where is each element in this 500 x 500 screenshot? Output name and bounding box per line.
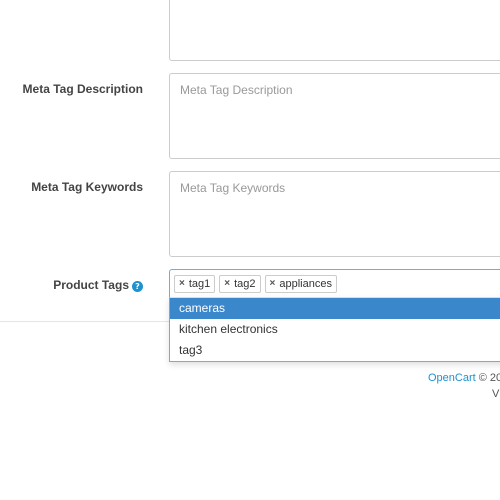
tag-chip-label: tag2 bbox=[234, 277, 256, 290]
meta-description-label: Meta Tag Description bbox=[22, 82, 143, 96]
copyright-text: © 20 bbox=[475, 372, 500, 384]
suggestion-item[interactable]: kitchen electronics bbox=[170, 319, 500, 340]
remove-tag-icon[interactable]: × bbox=[224, 278, 230, 289]
tag-chip: × tag1 bbox=[174, 274, 216, 293]
suggestion-item[interactable]: tag3 bbox=[170, 340, 500, 361]
footer-copyright: OpenCart © 20 bbox=[428, 372, 500, 384]
tag-chip-label: appliances bbox=[279, 277, 332, 290]
meta-keywords-textarea[interactable] bbox=[169, 171, 500, 257]
product-tags-input[interactable]: × tag1 × tag2 × appliances bbox=[169, 269, 500, 297]
question-circle-icon[interactable]: ? bbox=[132, 281, 143, 292]
remove-tag-icon[interactable]: × bbox=[270, 278, 276, 289]
tag-chip: × appliances bbox=[264, 274, 337, 293]
suggestion-item[interactable]: cameras bbox=[170, 298, 500, 319]
previous-field-textarea[interactable] bbox=[169, 0, 500, 61]
page: Meta Tag Description Meta Tag Keywords P… bbox=[0, 0, 500, 500]
opencart-link[interactable]: OpenCart bbox=[428, 372, 476, 384]
tag-suggestions-dropdown: cameras kitchen electronics tag3 bbox=[169, 297, 500, 362]
tag-chip: × tag2 bbox=[219, 274, 261, 293]
footer-version: V bbox=[492, 388, 500, 400]
tag-chip-label: tag1 bbox=[188, 277, 211, 290]
remove-tag-icon[interactable]: × bbox=[179, 278, 185, 289]
meta-keywords-label: Meta Tag Keywords bbox=[31, 180, 143, 194]
meta-description-textarea[interactable] bbox=[169, 73, 500, 159]
product-tags-label-row: Product Tags? bbox=[53, 278, 143, 292]
product-tags-label: Product Tags bbox=[53, 278, 129, 292]
